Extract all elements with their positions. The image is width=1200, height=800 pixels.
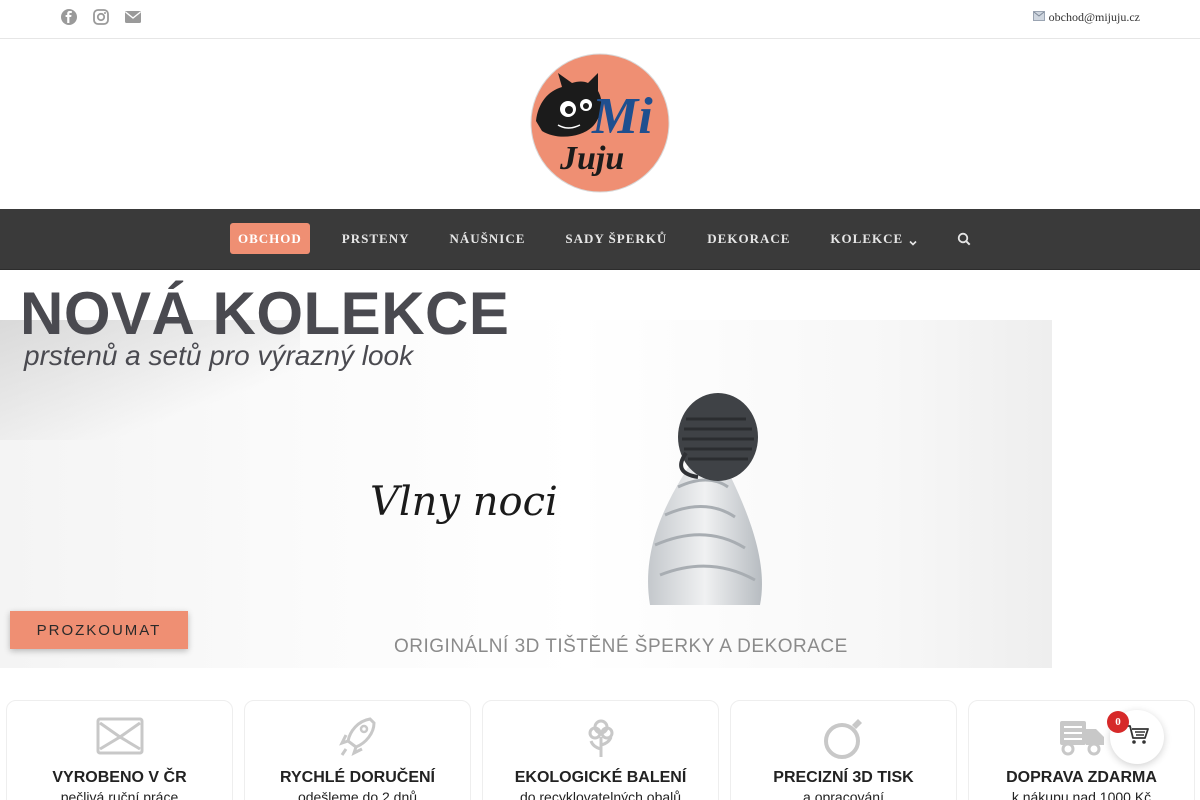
ring-icon bbox=[820, 715, 868, 759]
truck-icon bbox=[1058, 715, 1106, 759]
instagram-icon[interactable] bbox=[92, 8, 110, 26]
logo-text-top: Mi bbox=[591, 88, 653, 145]
nav-item-nausnice[interactable]: NÁUŠNICE bbox=[449, 223, 525, 254]
site-logo[interactable]: Mi Juju bbox=[528, 51, 673, 196]
rocket-icon bbox=[334, 715, 382, 759]
feature-subtitle: k nákupu nad 1000 Kč bbox=[1011, 789, 1152, 800]
feature-title: RYCHLÉ DORUČENÍ bbox=[280, 769, 435, 786]
feature-card: RYCHLÉ DORUČENÍ odešleme do 2 dnů bbox=[244, 700, 471, 800]
feature-title: PRECIZNÍ 3D TISK bbox=[773, 769, 914, 786]
facebook-icon[interactable] bbox=[60, 8, 78, 26]
feature-subtitle: a opracování bbox=[803, 789, 884, 800]
search-icon[interactable] bbox=[957, 223, 973, 254]
feature-title: VYROBENO V ČR bbox=[52, 769, 187, 786]
features-row: VYROBENO V ČR pečlivá ruční práce RYCHLÉ… bbox=[0, 700, 1200, 800]
hero-caption: ORIGINÁLNÍ 3D TIŠTĚNÉ ŠPERKY A DEKORACE bbox=[394, 636, 848, 657]
hero-subtitle: prstenů a setů pro výrazný look bbox=[24, 340, 414, 371]
feature-card: VYROBENO V ČR pečlivá ruční práce bbox=[6, 700, 233, 800]
nav-item-kolekce-label: KOLEKCE bbox=[830, 230, 904, 246]
feature-subtitle: odešleme do 2 dnů bbox=[297, 789, 418, 800]
feature-title: EKOLOGICKÉ BALENÍ bbox=[514, 769, 687, 786]
nav-item-obchod[interactable]: OBCHOD bbox=[230, 223, 310, 254]
logo-text-bottom: Juju bbox=[559, 140, 624, 177]
product-ring-image bbox=[648, 393, 762, 605]
explore-button[interactable]: PROZKOUMAT bbox=[10, 611, 188, 649]
feature-card: PRECIZNÍ 3D TISK a opracování bbox=[730, 700, 957, 800]
nav-item-sady-sperku[interactable]: SADY ŠPERKŮ bbox=[565, 223, 667, 254]
feature-subtitle: do recyklovatelných obalů bbox=[519, 789, 682, 800]
leaf-flower-icon bbox=[577, 715, 625, 759]
main-nav: OBCHOD PRSTENY NÁUŠNICE SADY ŠPERKŮ DEKO… bbox=[0, 209, 1200, 270]
hero-banner: Vlny noci NOVÁ KOLEKCE prstenů a setů pr… bbox=[0, 270, 1200, 670]
feature-card: DOPRAVA ZDARMA k nákupu nad 1000 Kč bbox=[968, 700, 1195, 800]
nav-menu: OBCHOD PRSTENY NÁUŠNICE SADY ŠPERKŮ DEKO… bbox=[230, 223, 973, 254]
shopping-cart-icon bbox=[1125, 724, 1149, 751]
logo-area: Mi Juju bbox=[0, 39, 1200, 209]
flag-icon bbox=[96, 715, 144, 759]
script-text: Vlny noci bbox=[370, 479, 558, 525]
feature-title: DOPRAVA ZDARMA bbox=[1006, 769, 1157, 786]
hero-title: NOVÁ KOLEKCE bbox=[20, 280, 510, 347]
chevron-down-icon bbox=[909, 235, 917, 246]
cart-button[interactable]: 0 bbox=[1107, 710, 1164, 764]
contact-email-text[interactable]: obchod@mijuju.cz bbox=[1049, 10, 1140, 25]
social-links bbox=[60, 8, 142, 26]
mail-small-icon bbox=[1032, 10, 1045, 25]
contact-email[interactable]: obchod@mijuju.cz bbox=[1032, 10, 1140, 25]
nav-item-dekorace[interactable]: DEKORACE bbox=[707, 223, 790, 254]
cart-count-badge: 0 bbox=[1107, 711, 1129, 733]
feature-card: EKOLOGICKÉ BALENÍ do recyklovatelných ob… bbox=[482, 700, 719, 800]
script-lettering: Vlny noci bbox=[370, 479, 558, 525]
envelope-icon[interactable] bbox=[124, 8, 142, 26]
nav-item-kolekce[interactable]: KOLEKCE bbox=[830, 223, 917, 254]
top-bar: obchod@mijuju.cz bbox=[0, 0, 1200, 39]
nav-item-prsteny[interactable]: PRSTENY bbox=[342, 223, 410, 254]
feature-subtitle: pečlivá ruční práce bbox=[60, 789, 179, 800]
